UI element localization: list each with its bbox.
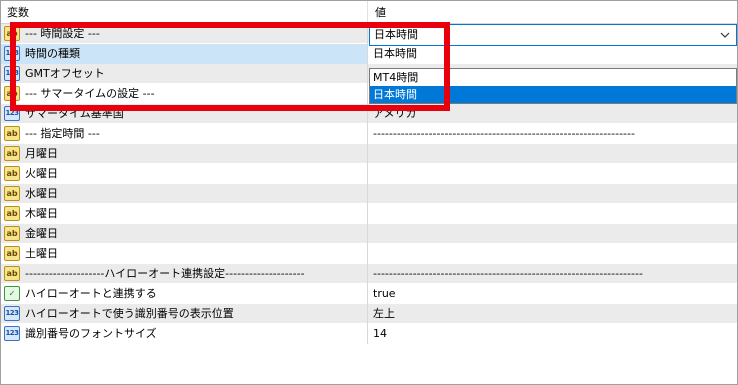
column-header-variable[interactable]: 変数 <box>1 1 368 23</box>
parameter-value-cell[interactable] <box>369 204 737 224</box>
grid-header: 変数 値 <box>1 1 737 24</box>
annotation-highlight-box <box>10 22 450 111</box>
parameter-row[interactable]: ab --------------------ハイローオート連携設定-------… <box>1 264 737 284</box>
ab-string-icon: ab <box>4 226 20 241</box>
ab-string-icon: ab <box>4 206 20 221</box>
123-integer-icon: 123 <box>4 326 20 341</box>
parameter-row[interactable]: 123 識別番号のフォントサイズ 14 <box>1 324 737 344</box>
parameter-name: 金曜日 <box>25 227 58 240</box>
parameter-name-cell[interactable]: ab 火曜日 <box>1 164 368 184</box>
parameter-name: ハイローオートで使う識別番号の表示位置 <box>25 307 234 320</box>
parameter-row[interactable]: ab 火曜日 <box>1 164 737 184</box>
ab-string-icon: ab <box>4 246 20 261</box>
parameter-name-cell[interactable]: ab 木曜日 <box>1 204 368 224</box>
parameter-row[interactable]: ab --- 指定時間 --- --------------------------… <box>1 124 737 144</box>
parameter-name: --------------------ハイローオート連携設定---------… <box>25 267 305 280</box>
parameter-name: 識別番号のフォントサイズ <box>25 327 157 340</box>
parameter-name-cell[interactable]: ✓ ハイローオートと連携する <box>1 284 368 304</box>
parameter-name: 火曜日 <box>25 167 58 180</box>
chevron-down-icon[interactable] <box>720 30 730 40</box>
inputs-grid: 変数 値 ab--- 時間設定 ------------------------… <box>0 0 738 385</box>
ab-string-icon: ab <box>4 166 20 181</box>
parameter-value-cell[interactable]: 14 <box>369 324 737 344</box>
ab-string-icon: ab <box>4 146 20 161</box>
parameter-name: 土曜日 <box>25 247 58 260</box>
parameter-value-cell[interactable]: true <box>369 284 737 304</box>
parameter-name-cell[interactable]: 123 ハイローオートで使う識別番号の表示位置 <box>1 304 368 324</box>
123-integer-icon: 123 <box>4 306 20 321</box>
parameter-name: --- 指定時間 --- <box>25 127 100 140</box>
ab-string-icon: ab <box>4 126 20 141</box>
parameter-name-cell[interactable]: ab 土曜日 <box>1 244 368 264</box>
parameter-row[interactable]: ab 月曜日 <box>1 144 737 164</box>
parameter-value-cell[interactable] <box>369 224 737 244</box>
parameter-row[interactable]: ab 土曜日 <box>1 244 737 264</box>
parameter-value-cell[interactable] <box>369 244 737 264</box>
parameter-value-cell[interactable] <box>369 144 737 164</box>
parameter-value-cell[interactable]: ----------------------------------------… <box>369 124 737 144</box>
parameter-name-cell[interactable]: ab --- 指定時間 --- <box>1 124 368 144</box>
parameter-name: 木曜日 <box>25 207 58 220</box>
parameter-name-cell[interactable]: ab 月曜日 <box>1 144 368 164</box>
parameter-row[interactable]: 123 ハイローオートで使う識別番号の表示位置 左上 <box>1 304 737 324</box>
column-header-value[interactable]: 値 <box>369 1 737 23</box>
parameter-value-cell[interactable]: ----------------------------------------… <box>369 264 737 284</box>
parameter-name-cell[interactable]: 123 識別番号のフォントサイズ <box>1 324 368 344</box>
parameter-row[interactable]: ab 金曜日 <box>1 224 737 244</box>
parameter-row[interactable]: ab 木曜日 <box>1 204 737 224</box>
ab-string-icon: ab <box>4 186 20 201</box>
parameter-row[interactable]: ab 水曜日 <box>1 184 737 204</box>
parameter-value-cell[interactable] <box>369 164 737 184</box>
parameter-value-cell[interactable]: 左上 <box>369 304 737 324</box>
bool-check-icon: ✓ <box>4 286 20 301</box>
ab-string-icon: ab <box>4 266 20 281</box>
parameter-name: 月曜日 <box>25 147 58 160</box>
parameter-name-cell[interactable]: ab 水曜日 <box>1 184 368 204</box>
parameter-row[interactable]: ✓ ハイローオートと連携する true <box>1 284 737 304</box>
parameter-name-cell[interactable]: ab 金曜日 <box>1 224 368 244</box>
parameter-name: ハイローオートと連携する <box>25 287 157 300</box>
parameter-value-cell[interactable] <box>369 184 737 204</box>
parameter-name-cell[interactable]: ab --------------------ハイローオート連携設定-------… <box>1 264 368 284</box>
parameter-name: 水曜日 <box>25 187 58 200</box>
